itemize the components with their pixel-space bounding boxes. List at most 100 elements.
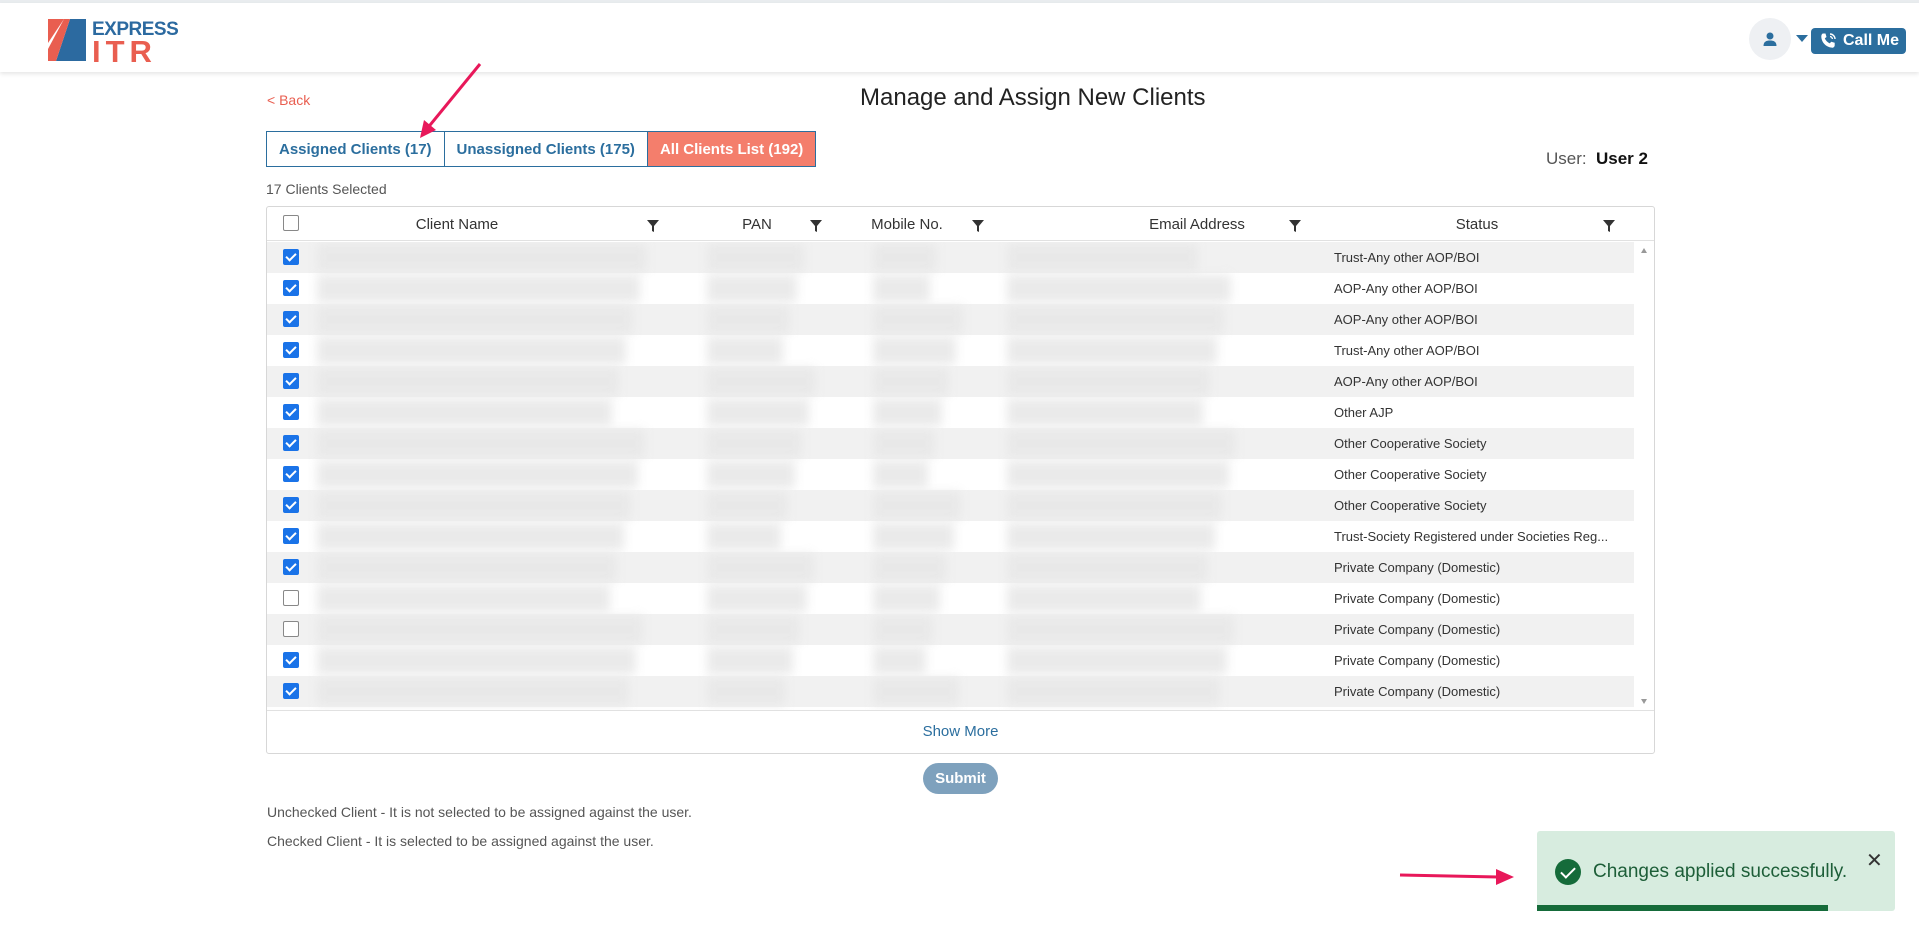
- table-row[interactable]: Other Cooperative Society: [267, 428, 1634, 459]
- row-checkbox[interactable]: [283, 652, 299, 668]
- redacted-cell: [873, 616, 933, 643]
- column-header-email[interactable]: Email Address: [987, 207, 1407, 241]
- column-header-mobile[interactable]: Mobile No.: [827, 207, 987, 241]
- row-checkbox[interactable]: [283, 435, 299, 451]
- status-cell: AOP-Any other AOP/BOI: [1334, 312, 1478, 327]
- redacted-cell: [317, 275, 640, 302]
- user-value: User 2: [1596, 149, 1648, 168]
- redacted-cell: [707, 523, 781, 550]
- selected-count: 17 Clients Selected: [266, 181, 387, 197]
- tab-unassigned-clients[interactable]: Unassigned Clients (175): [444, 131, 648, 167]
- status-cell: AOP-Any other AOP/BOI: [1334, 374, 1478, 389]
- select-all-checkbox[interactable]: [283, 215, 299, 231]
- redacted-cell: [317, 399, 612, 426]
- redacted-cell: [317, 461, 638, 488]
- redacted-cell: [317, 554, 617, 581]
- table-row[interactable]: Other Cooperative Society: [267, 490, 1634, 521]
- chevron-down-icon[interactable]: [1796, 35, 1808, 42]
- table-row[interactable]: Other AJP: [267, 397, 1634, 428]
- row-checkbox[interactable]: [283, 311, 299, 327]
- grid-scrollbar[interactable]: [1635, 242, 1653, 710]
- redacted-cell: [317, 492, 631, 519]
- checked-client-note: Checked Client - It is selected to be as…: [267, 833, 654, 849]
- scroll-down-icon[interactable]: [1641, 699, 1647, 704]
- redacted-cell: [873, 523, 954, 550]
- table-row[interactable]: AOP-Any other AOP/BOI: [267, 273, 1634, 304]
- table-row[interactable]: Private Company (Domestic): [267, 583, 1634, 614]
- row-checkbox[interactable]: [283, 559, 299, 575]
- redacted-cell: [873, 492, 961, 519]
- redacted-cell: [1007, 647, 1227, 674]
- status-cell: Trust-Any other AOP/BOI: [1334, 250, 1480, 265]
- redacted-cell: [707, 306, 790, 333]
- annotation-arrow-icon: [420, 63, 482, 138]
- table-row[interactable]: Trust-Any other AOP/BOI: [267, 242, 1634, 273]
- redacted-cell: [317, 368, 619, 395]
- table-row[interactable]: Trust-Any other AOP/BOI: [267, 335, 1634, 366]
- status-cell: Trust-Any other AOP/BOI: [1334, 343, 1480, 358]
- redacted-cell: [873, 554, 947, 581]
- filter-icon[interactable]: [647, 220, 659, 232]
- redacted-cell: [317, 244, 647, 271]
- row-checkbox[interactable]: [283, 466, 299, 482]
- row-checkbox[interactable]: [283, 590, 299, 606]
- user-icon: [1763, 32, 1777, 46]
- redacted-cell: [1007, 554, 1208, 581]
- redacted-cell: [873, 399, 942, 426]
- redacted-cell: [707, 554, 814, 581]
- status-cell: Other Cooperative Society: [1334, 467, 1487, 482]
- redacted-cell: [707, 461, 795, 488]
- table-row[interactable]: Private Company (Domestic): [267, 645, 1634, 676]
- row-checkbox[interactable]: [283, 683, 299, 699]
- row-checkbox[interactable]: [283, 373, 299, 389]
- redacted-cell: [873, 368, 949, 395]
- redacted-cell: [317, 678, 629, 705]
- row-checkbox[interactable]: [283, 528, 299, 544]
- column-header-client-name[interactable]: Client Name: [307, 207, 607, 241]
- table-row[interactable]: Private Company (Domestic): [267, 552, 1634, 583]
- tab-all-clients-list[interactable]: All Clients List (192): [647, 131, 817, 167]
- user-avatar[interactable]: [1749, 18, 1791, 60]
- call-me-button[interactable]: Call Me: [1811, 28, 1906, 54]
- toast-progress-bar: [1537, 905, 1828, 911]
- redacted-cell: [317, 616, 643, 643]
- row-checkbox[interactable]: [283, 497, 299, 513]
- redacted-cell: [873, 647, 926, 674]
- status-cell: AOP-Any other AOP/BOI: [1334, 281, 1478, 296]
- table-row[interactable]: Private Company (Domestic): [267, 614, 1634, 645]
- table-row[interactable]: Private Company (Domestic): [267, 676, 1634, 707]
- close-icon[interactable]: ✕: [1866, 848, 1883, 873]
- submit-button[interactable]: Submit: [923, 763, 998, 794]
- column-header-status[interactable]: Status: [1377, 207, 1577, 241]
- table-row[interactable]: Trust-Society Registered under Societies…: [267, 521, 1634, 552]
- tab-assigned-clients[interactable]: Assigned Clients (17): [266, 131, 445, 167]
- show-more-button[interactable]: Show More: [267, 710, 1654, 752]
- filter-icon[interactable]: [1289, 220, 1301, 232]
- status-cell: Trust-Society Registered under Societies…: [1334, 529, 1609, 544]
- status-cell: Private Company (Domestic): [1334, 684, 1501, 699]
- row-checkbox[interactable]: [283, 621, 299, 637]
- row-checkbox[interactable]: [283, 342, 299, 358]
- user-label: User:: [1546, 149, 1587, 168]
- row-checkbox[interactable]: [283, 249, 299, 265]
- logo-mark-icon: [48, 19, 86, 61]
- filter-icon[interactable]: [810, 220, 822, 232]
- redacted-cell: [1007, 306, 1224, 333]
- table-row[interactable]: AOP-Any other AOP/BOI: [267, 366, 1634, 397]
- redacted-cell: [707, 647, 793, 674]
- table-row[interactable]: Other Cooperative Society: [267, 459, 1634, 490]
- row-checkbox[interactable]: [283, 404, 299, 420]
- row-checkbox[interactable]: [283, 280, 299, 296]
- phone-icon: [1821, 33, 1836, 48]
- clients-grid: Client Name PAN Mobile No. Email Address…: [266, 206, 1655, 754]
- back-link[interactable]: < Back: [267, 92, 310, 108]
- redacted-cell: [873, 244, 937, 271]
- express-itr-logo[interactable]: EXPRESS ITR: [48, 17, 179, 69]
- call-me-label: Call Me: [1843, 32, 1900, 49]
- redacted-cell: [873, 430, 935, 457]
- scroll-up-icon[interactable]: [1641, 248, 1647, 253]
- redacted-cell: [317, 430, 645, 457]
- table-row[interactable]: AOP-Any other AOP/BOI: [267, 304, 1634, 335]
- filter-icon[interactable]: [972, 220, 984, 232]
- filter-icon[interactable]: [1603, 220, 1615, 232]
